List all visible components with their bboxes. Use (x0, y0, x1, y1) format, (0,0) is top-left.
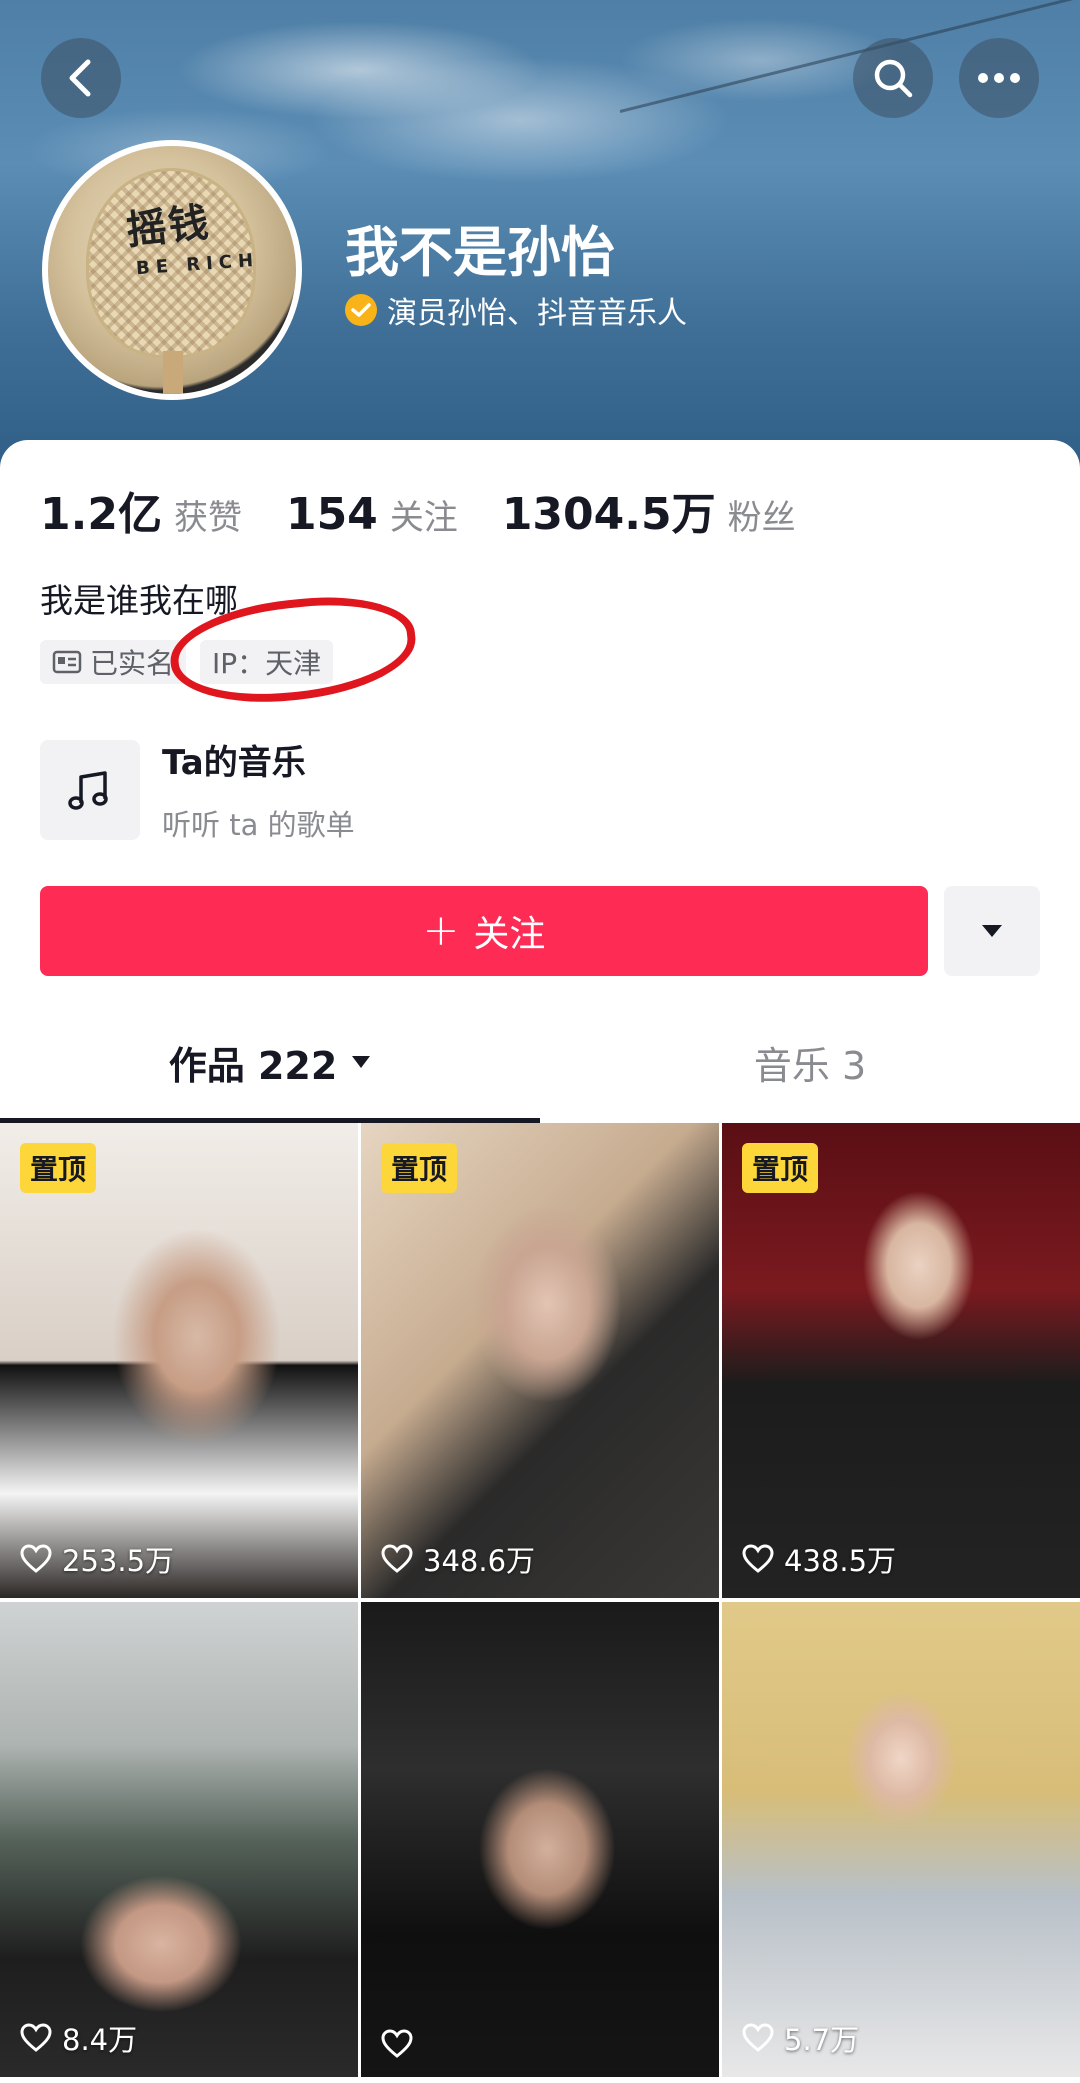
stat-likes-label: 获赞 (173, 498, 242, 538)
more-button[interactable] (959, 38, 1039, 118)
stat-likes[interactable]: 1.2亿 获赞 (40, 478, 242, 542)
heart-icon (20, 1544, 52, 1573)
profile-stats: 1.2亿 获赞 154 关注 1304.5万 粉丝 (40, 478, 840, 542)
profile-bio: 我是谁我在哪 (40, 581, 238, 620)
heart-icon (381, 2029, 413, 2058)
music-subtitle: 听听 ta 的歌单 (162, 808, 355, 842)
video-likes: 5.7万 (742, 2017, 859, 2059)
content-tabs: 作品 222 音乐 3 (0, 1000, 1080, 1124)
pinned-badge: 置顶 (742, 1143, 819, 1193)
video-likes (381, 2029, 423, 2059)
video-likes: 253.5万 (20, 1538, 174, 1580)
realname-tag-label: 已实名 (90, 647, 175, 680)
profile-page: 摇钱 BE RICH 我不是孙怡 演员孙怡、抖音音乐人 1.2亿 获赞 154 … (0, 0, 1080, 2083)
caret-down-icon (352, 1056, 371, 1068)
music-entry[interactable]: Ta的音乐 听听 ta 的歌单 (40, 735, 355, 844)
stat-following[interactable]: 154 关注 (286, 489, 458, 540)
video-likes-count: 5.7万 (784, 2023, 860, 2057)
follow-button[interactable]: + 关注 (40, 886, 928, 976)
video-thumbnail[interactable]: 8.4万 (0, 1602, 358, 2077)
tab-works-label: 作品 222 (168, 1043, 338, 1088)
stat-likes-value: 1.2亿 (40, 489, 162, 540)
caret-down-icon (982, 925, 1002, 937)
pinned-badge: 置顶 (381, 1143, 458, 1193)
stat-followers-label: 粉丝 (727, 498, 796, 538)
stat-following-label: 关注 (389, 498, 458, 538)
realname-tag: 已实名 (40, 640, 187, 684)
tab-music[interactable]: 音乐 3 (540, 1000, 1080, 1124)
video-likes-count: 438.5万 (784, 1544, 897, 1578)
verified-check-icon (345, 294, 377, 326)
video-thumbnail[interactable]: 置顶 253.5万 (0, 1123, 358, 1598)
video-likes-count: 8.4万 (62, 2023, 138, 2057)
video-thumbnail[interactable]: 置顶 348.6万 (361, 1123, 719, 1598)
profile-banner: 摇钱 BE RICH 我不是孙怡 演员孙怡、抖音音乐人 (0, 0, 1080, 470)
stat-following-value: 154 (285, 489, 378, 540)
verification-text: 演员孙怡、抖音音乐人 (387, 296, 687, 331)
music-note-icon (68, 770, 108, 810)
video-grid: 置顶 253.5万 置顶 348.6万 置顶 438.5万 8.4万 5.7万 (0, 1123, 1080, 2083)
search-icon (874, 59, 913, 98)
verification-row: 演员孙怡、抖音音乐人 (345, 288, 687, 332)
profile-username: 我不是孙怡 (345, 221, 615, 284)
video-thumbnail[interactable] (361, 1602, 719, 2077)
video-likes: 348.6万 (381, 1538, 535, 1580)
video-likes-count: 253.5万 (62, 1544, 175, 1578)
follow-button-label: 关注 (473, 914, 546, 955)
video-thumbnail[interactable]: 5.7万 (722, 1602, 1080, 2077)
recommend-dropdown-button[interactable] (944, 886, 1040, 976)
search-button[interactable] (853, 38, 933, 118)
more-dots-icon (978, 73, 1020, 83)
video-thumbnail[interactable]: 置顶 438.5万 (722, 1123, 1080, 1598)
plus-icon: + (422, 905, 460, 956)
avatar-fan-handle (163, 351, 183, 394)
music-title: Ta的音乐 (162, 743, 306, 783)
id-card-icon (52, 650, 82, 674)
heart-icon (381, 1544, 413, 1573)
video-likes-count: 348.6万 (423, 1544, 536, 1578)
tab-works[interactable]: 作品 222 (0, 1000, 540, 1124)
video-likes: 438.5万 (742, 1538, 896, 1580)
avatar-fan-text: 摇钱 (124, 198, 213, 255)
back-button[interactable] (41, 38, 121, 118)
heart-icon (742, 1544, 774, 1573)
tab-music-label: 音乐 3 (753, 1043, 867, 1088)
chevron-left-icon (69, 59, 91, 97)
video-likes: 8.4万 (20, 2017, 137, 2059)
heart-icon (20, 2023, 52, 2052)
heart-icon (742, 2023, 774, 2052)
stat-followers-value: 1304.5万 (501, 489, 716, 540)
avatar[interactable]: 摇钱 BE RICH (42, 140, 302, 400)
pinned-badge: 置顶 (20, 1143, 97, 1193)
stat-followers[interactable]: 1304.5万 粉丝 (502, 478, 796, 542)
music-thumb (40, 739, 140, 840)
